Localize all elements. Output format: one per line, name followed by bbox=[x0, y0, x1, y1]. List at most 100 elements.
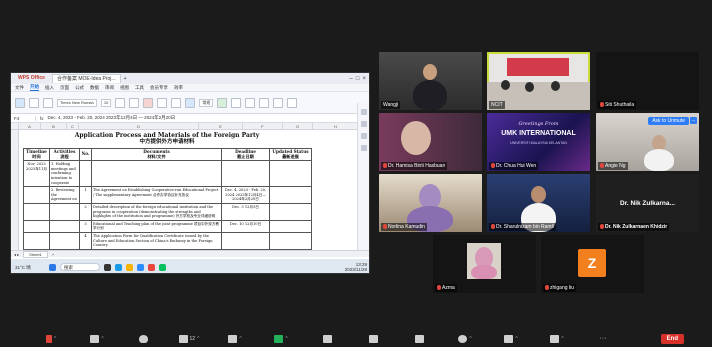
column-header[interactable]: D bbox=[79, 123, 199, 129]
edge-icon[interactable] bbox=[115, 263, 122, 271]
sum-icon[interactable] bbox=[245, 97, 256, 108]
table-cell[interactable] bbox=[49, 219, 80, 233]
column-header[interactable]: B bbox=[41, 123, 67, 129]
table-cell[interactable]: 1 bbox=[79, 186, 92, 204]
table-cell[interactable]: Dec. 10 12月10日 bbox=[221, 219, 270, 233]
table-cell[interactable] bbox=[91, 160, 222, 188]
formula-content[interactable]: Dec. 4, 2023 - Feb. 20, 2024 2023年12月4日 … bbox=[48, 115, 176, 121]
participant-tile[interactable]: Norlina Kamudin bbox=[379, 174, 482, 232]
column-header[interactable]: A bbox=[19, 123, 41, 129]
column-header[interactable]: C bbox=[67, 123, 79, 129]
zoom-app-icon[interactable] bbox=[137, 263, 144, 271]
sort-icon[interactable] bbox=[273, 97, 284, 108]
mute-button[interactable]: ^ bbox=[28, 334, 74, 343]
ask-to-unmute-button[interactable]: Ask to Unmute bbox=[648, 117, 689, 125]
record-button[interactable] bbox=[304, 334, 350, 343]
participant-tile[interactable]: Dr. Nik Zulkarna... Dr. Nik Zulkarnaen K… bbox=[596, 174, 699, 232]
participant-tile[interactable]: Dr. Hamisa Binti Hasbuan bbox=[379, 113, 482, 171]
shared-screen[interactable]: WPS Office 合作备案 MOE-Idea Proj... + – □ ×… bbox=[10, 72, 370, 274]
cell-reference[interactable]: F4 bbox=[14, 115, 36, 121]
menu-view[interactable]: 视图 bbox=[120, 85, 129, 91]
font-color-icon[interactable] bbox=[143, 97, 154, 108]
panel-icon[interactable] bbox=[360, 121, 367, 127]
weather-widget[interactable]: 31°C 晴 bbox=[15, 265, 45, 270]
wps-app-icon[interactable] bbox=[148, 263, 155, 271]
bold-icon[interactable] bbox=[115, 97, 126, 108]
menu-tools[interactable]: 工具 bbox=[135, 85, 144, 91]
table-cell[interactable]: Dec. 3 12月3日 bbox=[221, 202, 270, 221]
table-cell[interactable] bbox=[79, 160, 92, 188]
table-cell[interactable] bbox=[23, 231, 50, 250]
sheet-nav-icon[interactable]: ◂ ▸ bbox=[14, 252, 19, 257]
table-cell[interactable]: Educational and Teaching plan of the joi… bbox=[91, 219, 222, 233]
align-left-icon[interactable] bbox=[157, 97, 168, 108]
more-options-button[interactable]: ... bbox=[690, 117, 697, 124]
minimize-button[interactable]: – bbox=[350, 76, 353, 82]
menu-data[interactable]: 数据 bbox=[90, 85, 99, 91]
table-style-icon[interactable] bbox=[231, 97, 242, 108]
menu-review[interactable]: 审阅 bbox=[105, 85, 114, 91]
maximize-button[interactable]: □ bbox=[356, 76, 360, 82]
font-size-select[interactable]: 10 bbox=[100, 98, 112, 107]
task-view-icon[interactable] bbox=[104, 263, 111, 271]
sheet-tab[interactable]: Sheet1 bbox=[23, 250, 48, 258]
new-tab-button[interactable]: + bbox=[124, 76, 127, 82]
windows-start-icon[interactable] bbox=[49, 263, 56, 271]
security-button[interactable] bbox=[120, 334, 166, 343]
wechat-icon[interactable] bbox=[159, 263, 166, 271]
table-cell[interactable] bbox=[269, 202, 312, 221]
participant-tile[interactable]: Azma bbox=[433, 235, 536, 293]
format-painter-icon[interactable] bbox=[43, 97, 53, 108]
reactions-button[interactable] bbox=[350, 334, 396, 343]
share-screen-button[interactable]: ^ bbox=[258, 334, 304, 343]
table-cell[interactable]: 2 bbox=[79, 202, 92, 221]
table-cell[interactable]: 3 bbox=[79, 219, 92, 233]
merge-cells-icon[interactable] bbox=[185, 97, 196, 108]
table-cell[interactable] bbox=[221, 160, 270, 188]
table-cell[interactable] bbox=[23, 202, 50, 221]
file-explorer-icon[interactable] bbox=[126, 263, 133, 271]
menu-insert[interactable]: 插入 bbox=[45, 85, 54, 91]
participant-tile[interactable]: Wangji bbox=[379, 52, 482, 110]
menu-formula[interactable]: 公式 bbox=[75, 85, 84, 91]
table-cell[interactable]: The Application Form for Qualification C… bbox=[91, 231, 222, 250]
apps-button[interactable] bbox=[396, 334, 442, 343]
notes-button[interactable]: ^ bbox=[534, 334, 580, 343]
close-window-button[interactable]: × bbox=[362, 76, 366, 82]
table-cell[interactable]: Dec. 4, 2023 - Feb. 20, 2024 2023年12月4日—… bbox=[221, 186, 270, 204]
participant-tile[interactable]: Z zhigang liu bbox=[541, 235, 644, 293]
panel-icon[interactable] bbox=[360, 109, 367, 115]
spreadsheet-tab[interactable]: 合作备案 MOE-Idea Proj... bbox=[51, 74, 121, 83]
conditional-format-icon[interactable] bbox=[217, 97, 228, 108]
chat-button[interactable]: ^ bbox=[212, 334, 258, 343]
align-center-icon[interactable] bbox=[171, 97, 182, 108]
taskbar-clock[interactable]: 13:29 2023/11/28 bbox=[345, 262, 367, 272]
table-cell[interactable] bbox=[23, 186, 50, 204]
participants-button[interactable]: 12 ^ bbox=[166, 334, 212, 343]
more-button[interactable]: ··· bbox=[580, 335, 626, 342]
column-header[interactable]: H bbox=[313, 123, 359, 129]
add-sheet-button[interactable]: + bbox=[52, 252, 54, 257]
column-header[interactable]: F bbox=[243, 123, 283, 129]
table-cell[interactable] bbox=[221, 231, 270, 250]
panel-icon[interactable] bbox=[360, 145, 367, 151]
participant-tile[interactable]: Siti Shuthaila bbox=[596, 52, 699, 110]
video-button[interactable]: ^ bbox=[74, 334, 120, 343]
table-cell[interactable]: 1. Holding meetings and confirming inten… bbox=[49, 160, 80, 188]
number-format-select[interactable]: 常规 bbox=[199, 98, 214, 107]
table-cell[interactable] bbox=[269, 160, 312, 188]
participant-tile[interactable]: Greetings From UMK INTERNATIONAL UNIVERS… bbox=[487, 113, 590, 171]
paste-icon[interactable] bbox=[15, 97, 25, 108]
wps-home-tab[interactable]: WPS Office bbox=[14, 74, 49, 83]
menu-home[interactable]: 开始 bbox=[30, 84, 39, 91]
italic-icon[interactable] bbox=[129, 97, 140, 108]
menu-efficiency[interactable]: 效率 bbox=[174, 85, 183, 91]
menu-page[interactable]: 页面 bbox=[60, 85, 69, 91]
table-cell[interactable]: 2. Reviewing the Agreement on bbox=[49, 186, 80, 204]
font-name-select[interactable]: Times New Roman bbox=[57, 98, 97, 107]
end-meeting-button[interactable]: End bbox=[660, 333, 684, 344]
table-cell[interactable]: The Agreement on Establishing Cooperativ… bbox=[91, 186, 222, 204]
filter-icon[interactable] bbox=[259, 97, 270, 108]
table-cell[interactable] bbox=[269, 219, 312, 233]
table-cell[interactable]: Nov. 2023 2023年11月 bbox=[23, 160, 50, 188]
